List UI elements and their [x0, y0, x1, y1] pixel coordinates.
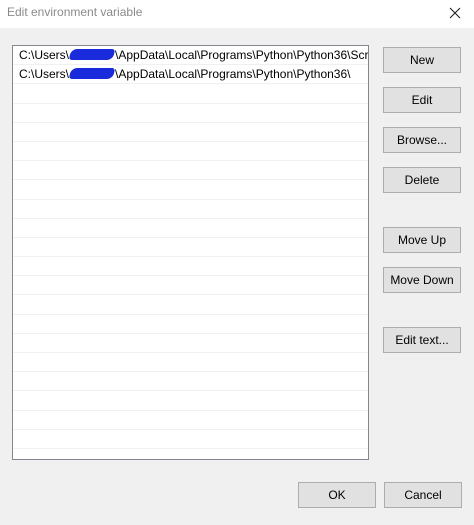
move-down-button[interactable]: Move Down — [383, 267, 461, 293]
empty-list-row[interactable] — [13, 411, 368, 430]
path-suffix: \AppData\Local\Programs\Python\Python36\ — [115, 67, 351, 82]
list-item[interactable]: C:\Users\ \AppData\Local\Programs\Python\… — [13, 65, 368, 85]
path-list[interactable]: C:\Users\ \AppData\Local\Programs\Python\… — [12, 45, 369, 460]
empty-list-row[interactable] — [13, 219, 368, 238]
empty-list-row[interactable] — [13, 123, 368, 142]
path-prefix: C:\Users\ — [19, 67, 70, 82]
empty-list-row[interactable] — [13, 276, 368, 296]
empty-list-row[interactable] — [13, 334, 368, 353]
redaction-scribble — [68, 68, 116, 80]
empty-list-row[interactable] — [13, 430, 368, 449]
empty-list-row[interactable] — [13, 180, 368, 200]
delete-button[interactable]: Delete — [383, 167, 461, 193]
browse-button[interactable]: Browse... — [383, 127, 461, 153]
empty-list-row[interactable] — [13, 257, 368, 277]
empty-list-row[interactable] — [13, 84, 368, 104]
empty-list-row[interactable] — [13, 353, 368, 373]
path-suffix: \AppData\Local\Programs\Python\Python36\… — [115, 48, 368, 62]
list-item[interactable]: C:\Users\ \AppData\Local\Programs\Python\… — [13, 46, 368, 66]
new-button[interactable]: New — [383, 47, 461, 73]
empty-list-row[interactable] — [13, 142, 368, 162]
edit-button[interactable]: Edit — [383, 87, 461, 113]
empty-list-row[interactable] — [13, 372, 368, 392]
empty-list-row[interactable] — [13, 104, 368, 123]
move-up-button[interactable]: Move Up — [383, 227, 461, 253]
edit-text-button[interactable]: Edit text... — [383, 327, 461, 353]
empty-list-row[interactable] — [13, 391, 368, 411]
redaction-scribble — [68, 49, 116, 60]
empty-list-row[interactable] — [13, 315, 368, 334]
close-button[interactable] — [442, 2, 468, 24]
path-prefix: C:\Users\ — [19, 48, 70, 62]
cancel-button[interactable]: Cancel — [384, 482, 462, 508]
window-title: Edit environment variable — [7, 5, 143, 19]
title-bar: Edit environment variable — [0, 0, 474, 28]
close-icon — [449, 7, 461, 19]
empty-list-row[interactable] — [13, 200, 368, 219]
empty-list-row[interactable] — [13, 238, 368, 258]
ok-button[interactable]: OK — [298, 482, 376, 508]
empty-list-row[interactable] — [13, 161, 368, 181]
empty-list-row[interactable] — [13, 295, 368, 315]
